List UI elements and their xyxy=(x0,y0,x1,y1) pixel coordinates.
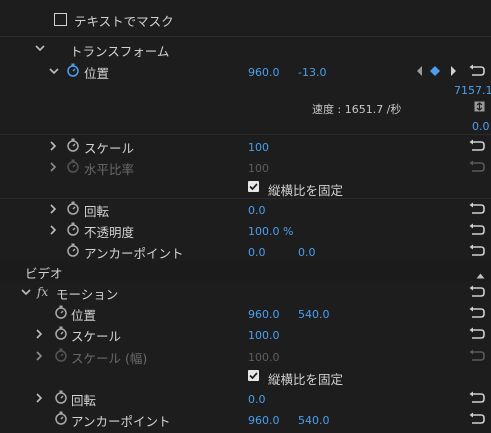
motion-scale-width-value: 100.0 xyxy=(248,351,280,364)
chevron-down-icon[interactable] xyxy=(19,285,33,299)
scale-width-label: 水平比率 xyxy=(84,162,135,177)
text-mask-label: テキストでマスク xyxy=(74,14,174,29)
graph-top-value: 7157.1 xyxy=(454,84,491,97)
chevron-right-icon[interactable] xyxy=(46,202,60,216)
chevron-down-icon[interactable] xyxy=(47,64,61,78)
motion-uniform-scale-label: 縦横比を固定 xyxy=(268,372,344,387)
transform-position-row: 位置 960.0 -13.0 xyxy=(0,61,491,81)
keyframe-diamond-icon[interactable] xyxy=(429,65,441,80)
transform-scale-width-row: 水平比率 100 xyxy=(0,157,491,177)
position-x-value[interactable]: 960.0 xyxy=(248,66,280,79)
motion-position-row: 位置 960.0 540.0 xyxy=(0,303,491,323)
rotation-label: 回転 xyxy=(84,204,110,219)
reset-parameter-icon[interactable] xyxy=(466,202,486,216)
video-section-label: ビデオ xyxy=(25,266,63,281)
velocity-readout: 速度 : 1651.7 /秒 xyxy=(312,103,402,116)
stopwatch-icon xyxy=(54,348,68,362)
reset-parameter-icon xyxy=(466,349,486,363)
scale-label: スケール xyxy=(84,141,135,156)
stopwatch-active-icon[interactable] xyxy=(66,63,80,77)
opacity-label: 不透明度 xyxy=(84,225,135,240)
motion-scale-value[interactable]: 100.0 xyxy=(248,329,280,342)
stopwatch-icon[interactable] xyxy=(66,243,80,257)
motion-anchor-x-value[interactable]: 960.0 xyxy=(248,414,280,427)
position-y-value[interactable]: -13.0 xyxy=(298,66,326,79)
velocity-graph: 7157.1 速度 : 1651.7 /秒 0.0 xyxy=(0,82,491,134)
position-label: 位置 xyxy=(84,66,110,81)
rotation-value[interactable]: 0.0 xyxy=(248,204,266,217)
transform-opacity-row: 不透明度 100.0 % xyxy=(0,220,491,240)
stopwatch-icon xyxy=(66,159,80,173)
transform-scale-row: スケール 100 xyxy=(0,136,491,156)
transform-uniform-scale-row: 縦横比を固定 xyxy=(0,178,491,198)
reset-parameter-icon[interactable] xyxy=(466,64,486,78)
reset-parameter-icon[interactable] xyxy=(466,327,486,341)
stopwatch-icon[interactable] xyxy=(66,138,80,152)
motion-rotation-value[interactable]: 0.0 xyxy=(248,393,266,406)
anchor-y-value[interactable]: 0.0 xyxy=(298,246,316,259)
chevron-right-icon[interactable] xyxy=(32,349,46,363)
chevron-right-icon[interactable] xyxy=(32,327,46,341)
anchor-x-value[interactable]: 0.0 xyxy=(248,246,266,259)
stopwatch-icon[interactable] xyxy=(66,201,80,215)
motion-scale-width-row: スケール (幅) 100.0 xyxy=(0,346,491,366)
opacity-value[interactable]: 100.0 % xyxy=(248,225,293,238)
scale-value[interactable]: 100 xyxy=(248,141,269,154)
motion-rotation-label: 回転 xyxy=(71,393,97,408)
reset-parameter-icon[interactable] xyxy=(466,223,486,237)
reset-effect-icon[interactable] xyxy=(466,285,486,299)
text-mask-row: テキストでマスク xyxy=(0,6,491,32)
chevron-right-icon[interactable] xyxy=(32,391,46,405)
motion-position-y-value[interactable]: 540.0 xyxy=(298,308,330,321)
motion-anchor-label: アンカーポイント xyxy=(71,414,171,429)
transform-header-row: トランスフォーム xyxy=(0,38,491,59)
reset-parameter-icon xyxy=(466,160,486,174)
chevron-right-icon[interactable] xyxy=(46,223,60,237)
stopwatch-icon[interactable] xyxy=(54,390,68,404)
reset-parameter-icon[interactable] xyxy=(466,139,486,153)
stopwatch-icon[interactable] xyxy=(54,305,68,319)
motion-position-x-value[interactable]: 960.0 xyxy=(248,308,280,321)
scale-width-value: 100 xyxy=(248,162,269,175)
motion-uniform-scale-checkbox[interactable] xyxy=(248,370,259,381)
previous-keyframe-icon[interactable] xyxy=(416,65,424,80)
anchor-label: アンカーポイント xyxy=(84,246,184,261)
reset-parameter-icon[interactable] xyxy=(466,412,486,426)
transform-header-label: トランスフォーム xyxy=(70,44,170,59)
reset-parameter-icon[interactable] xyxy=(466,391,486,405)
video-section-header[interactable]: ビデオ xyxy=(0,261,491,281)
graph-bottom-value: 0.0 xyxy=(472,120,490,133)
motion-scale-label: スケール xyxy=(71,329,122,344)
stopwatch-icon[interactable] xyxy=(66,222,80,236)
motion-rotation-row: 回転 0.0 xyxy=(0,388,491,408)
reset-parameter-icon[interactable] xyxy=(466,244,486,258)
uniform-scale-checkbox[interactable] xyxy=(248,181,259,192)
chevron-right-icon[interactable] xyxy=(46,160,60,174)
stopwatch-icon[interactable] xyxy=(54,411,68,425)
motion-row: fx モーション xyxy=(0,282,491,302)
chevron-right-icon[interactable] xyxy=(46,139,60,153)
text-mask-checkbox[interactable] xyxy=(54,13,67,26)
chevron-down-icon[interactable] xyxy=(33,41,47,55)
motion-label: モーション xyxy=(56,287,119,302)
graph-scale-icon[interactable] xyxy=(474,101,485,115)
motion-anchor-y-value[interactable]: 540.0 xyxy=(298,414,330,427)
reset-parameter-icon[interactable] xyxy=(466,306,486,320)
motion-anchor-row: アンカーポイント 960.0 540.0 xyxy=(0,409,491,429)
transform-anchor-row: アンカーポイント 0.0 0.0 xyxy=(0,241,491,261)
next-keyframe-icon[interactable] xyxy=(449,65,457,80)
motion-scale-row: スケール 100.0 xyxy=(0,324,491,344)
transform-rotation-row: 回転 0.0 xyxy=(0,199,491,219)
motion-scale-width-label: スケール (幅) xyxy=(71,351,148,366)
collapse-section-icon[interactable] xyxy=(476,268,485,282)
fx-icon[interactable]: fx xyxy=(37,285,48,299)
uniform-scale-label: 縦横比を固定 xyxy=(268,183,344,198)
motion-uniform-scale-row: 縦横比を固定 xyxy=(0,367,491,387)
stopwatch-icon[interactable] xyxy=(54,326,68,340)
motion-position-label: 位置 xyxy=(71,308,97,323)
